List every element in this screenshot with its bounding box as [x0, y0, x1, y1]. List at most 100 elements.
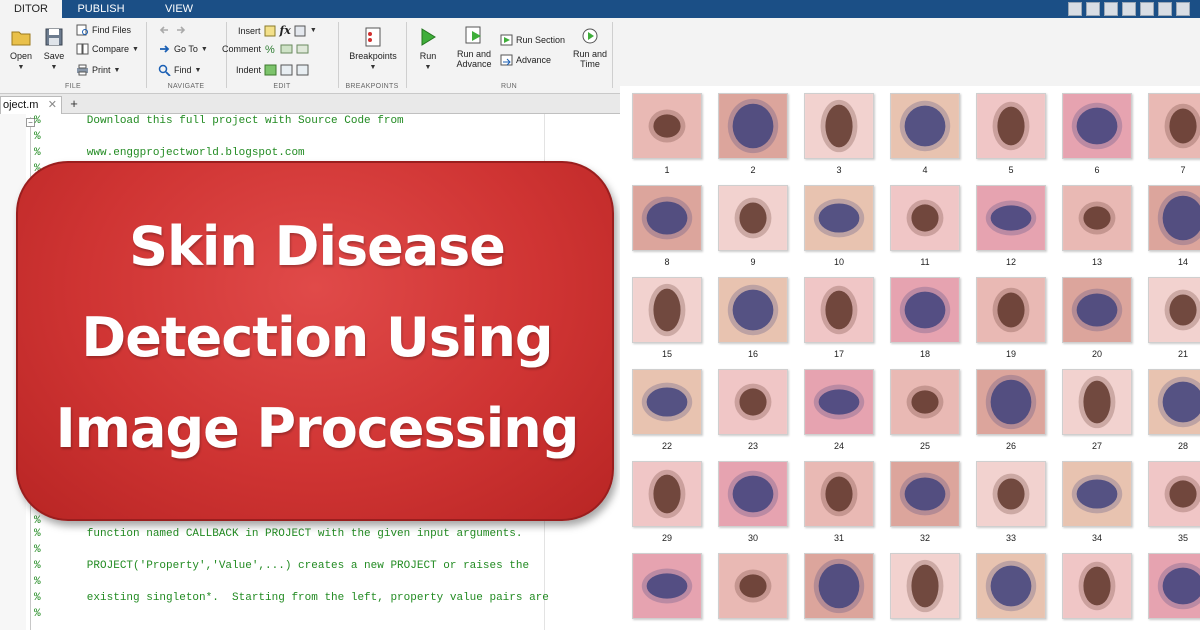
indent-increase-icon[interactable]: [280, 64, 293, 76]
tab-view[interactable]: VIEW: [140, 0, 218, 18]
thumbnail-cell[interactable]: 8: [620, 185, 706, 267]
thumbnail-cell[interactable]: [620, 553, 706, 619]
thumbnail-cell[interactable]: [964, 553, 1050, 619]
paste-icon[interactable]: [1122, 2, 1136, 16]
skin-lesion-thumbnail[interactable]: [1148, 461, 1200, 527]
thumbnail-cell[interactable]: [1136, 553, 1200, 619]
skin-lesion-thumbnail[interactable]: [976, 369, 1046, 435]
thumbnail-cell[interactable]: 30: [706, 461, 792, 543]
run-and-advance-button[interactable]: Run and Advance: [452, 24, 496, 69]
thumbnail-cell[interactable]: 18: [878, 277, 964, 359]
skin-lesion-thumbnail[interactable]: [1148, 93, 1200, 159]
skin-lesion-thumbnail[interactable]: [890, 369, 960, 435]
thumbnail-cell[interactable]: 17: [792, 277, 878, 359]
skin-lesion-thumbnail[interactable]: [1062, 553, 1132, 619]
skin-lesion-thumbnail[interactable]: [976, 277, 1046, 343]
skin-lesion-thumbnail[interactable]: [890, 553, 960, 619]
cut-icon[interactable]: [1086, 2, 1100, 16]
skin-lesion-thumbnail[interactable]: [804, 277, 874, 343]
thumbnail-cell[interactable]: 15: [620, 277, 706, 359]
skin-lesion-thumbnail[interactable]: [718, 553, 788, 619]
tab-editor[interactable]: DITOR: [0, 0, 62, 18]
copy-icon[interactable]: [1104, 2, 1118, 16]
skin-lesion-thumbnail[interactable]: [1062, 369, 1132, 435]
thumbnail-cell[interactable]: 19: [964, 277, 1050, 359]
thumbnail-cell[interactable]: 21: [1136, 277, 1200, 359]
back-forward-buttons[interactable]: [158, 24, 187, 36]
skin-lesion-thumbnail[interactable]: [718, 93, 788, 159]
fx-icon[interactable]: fx: [280, 24, 291, 37]
thumbnail-cell[interactable]: 31: [792, 461, 878, 543]
save-icon[interactable]: [1068, 2, 1082, 16]
skin-lesion-thumbnail[interactable]: [1148, 369, 1200, 435]
breakpoints-button[interactable]: Breakpoints ▼: [344, 26, 402, 73]
thumbnail-cell[interactable]: 14: [1136, 185, 1200, 267]
skin-lesion-thumbnail[interactable]: [804, 185, 874, 251]
skin-lesion-thumbnail[interactable]: [890, 461, 960, 527]
new-tab-icon[interactable]: +: [66, 96, 82, 112]
skin-lesion-thumbnail[interactable]: [976, 185, 1046, 251]
thumbnail-cell[interactable]: 16: [706, 277, 792, 359]
run-button[interactable]: Run ▼: [412, 26, 444, 73]
open-button[interactable]: Open ▼: [4, 26, 38, 73]
thumbnail-cell[interactable]: 28: [1136, 369, 1200, 451]
skin-lesion-thumbnail[interactable]: [718, 369, 788, 435]
thumbnail-cell[interactable]: 2: [706, 93, 792, 175]
thumbnail-cell[interactable]: 23: [706, 369, 792, 451]
wrap-comment-icon[interactable]: [280, 43, 293, 55]
tab-publish[interactable]: PUBLISH: [62, 0, 140, 18]
skin-lesion-thumbnail[interactable]: [804, 461, 874, 527]
skin-lesion-thumbnail[interactable]: [890, 185, 960, 251]
thumbnail-cell[interactable]: 4: [878, 93, 964, 175]
undo-icon[interactable]: [1140, 2, 1154, 16]
skin-lesion-thumbnail[interactable]: [1148, 277, 1200, 343]
skin-lesion-thumbnail[interactable]: [890, 277, 960, 343]
thumbnail-cell[interactable]: 3: [792, 93, 878, 175]
thumbnail-cell[interactable]: 6: [1050, 93, 1136, 175]
thumbnail-cell[interactable]: 25: [878, 369, 964, 451]
skin-lesion-thumbnail[interactable]: [632, 553, 702, 619]
find-button[interactable]: Find ▼: [158, 64, 201, 76]
skin-lesion-thumbnail[interactable]: [632, 93, 702, 159]
skin-lesion-thumbnail[interactable]: [1062, 185, 1132, 251]
thumbnail-cell[interactable]: 5: [964, 93, 1050, 175]
indent-button[interactable]: Indent: [236, 64, 309, 76]
insert-button[interactable]: Insert fx ▼: [238, 24, 317, 37]
find-files-button[interactable]: Find Files: [76, 24, 131, 36]
document-tab[interactable]: oject.m ✕: [0, 96, 62, 114]
skin-lesion-thumbnail[interactable]: [804, 553, 874, 619]
thumbnail-cell[interactable]: 33: [964, 461, 1050, 543]
function-icon[interactable]: [294, 25, 307, 37]
skin-lesion-thumbnail[interactable]: [632, 461, 702, 527]
thumbnail-cell[interactable]: [878, 553, 964, 619]
thumbnail-cell[interactable]: 32: [878, 461, 964, 543]
skin-lesion-thumbnail[interactable]: [976, 93, 1046, 159]
skin-lesion-thumbnail[interactable]: [718, 277, 788, 343]
compare-button[interactable]: Compare ▼: [76, 43, 139, 55]
thumbnail-cell[interactable]: [1050, 553, 1136, 619]
save-button[interactable]: Save ▼: [38, 26, 70, 73]
thumbnail-cell[interactable]: 7: [1136, 93, 1200, 175]
thumbnail-cell[interactable]: [706, 553, 792, 619]
redo-icon[interactable]: [1158, 2, 1172, 16]
thumbnail-cell[interactable]: 13: [1050, 185, 1136, 267]
thumbnail-cell[interactable]: 9: [706, 185, 792, 267]
skin-lesion-thumbnail[interactable]: [632, 277, 702, 343]
skin-lesion-thumbnail[interactable]: [1148, 185, 1200, 251]
skin-lesion-thumbnail[interactable]: [804, 369, 874, 435]
thumbnail-cell[interactable]: 12: [964, 185, 1050, 267]
thumbnail-cell[interactable]: 26: [964, 369, 1050, 451]
thumbnail-cell[interactable]: 29: [620, 461, 706, 543]
skin-lesion-thumbnail[interactable]: [632, 369, 702, 435]
skin-lesion-thumbnail[interactable]: [1148, 553, 1200, 619]
run-section-button[interactable]: Run Section: [500, 34, 565, 46]
skin-lesion-thumbnail[interactable]: [718, 185, 788, 251]
refresh-icon[interactable]: [1176, 2, 1190, 16]
goto-button[interactable]: Go To ▼: [158, 43, 208, 55]
comment-button[interactable]: Comment %: [222, 43, 309, 55]
thumbnail-cell[interactable]: 35: [1136, 461, 1200, 543]
skin-lesion-thumbnail[interactable]: [976, 461, 1046, 527]
skin-lesion-thumbnail[interactable]: [1062, 461, 1132, 527]
advance-button[interactable]: Advance: [500, 54, 551, 66]
thumbnail-cell[interactable]: 27: [1050, 369, 1136, 451]
